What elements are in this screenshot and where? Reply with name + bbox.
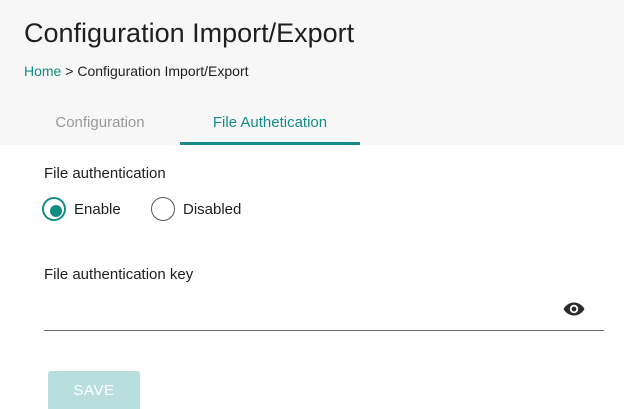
active-tab-indicator — [180, 142, 360, 145]
disabled-radio-label: Disabled — [183, 201, 242, 218]
breadcrumb: Home > Configuration Import/Export — [24, 63, 249, 79]
tab-file-authentication[interactable]: File Authetication — [180, 105, 360, 145]
enable-radio[interactable]: Enable — [42, 197, 142, 225]
enable-radio-label: Enable — [74, 201, 121, 218]
file-authentication-label: File authentication — [44, 165, 166, 182]
page-header: Configuration Import/Export Home > Confi… — [0, 0, 624, 145]
tab-configuration[interactable]: Configuration — [30, 105, 170, 145]
page-title: Configuration Import/Export — [24, 18, 355, 48]
breadcrumb-current: Configuration Import/Export — [77, 63, 249, 79]
tab-configuration-label: Configuration — [55, 114, 145, 131]
radio-checked-icon — [42, 197, 66, 221]
breadcrumb-home-link[interactable]: Home — [24, 63, 61, 79]
save-button[interactable]: SAVE — [48, 371, 140, 409]
file-authentication-key-label: File authentication key — [44, 266, 194, 283]
breadcrumb-separator: > — [61, 63, 78, 79]
radio-unchecked-icon — [151, 197, 175, 221]
tab-file-authentication-label: File Authetication — [212, 114, 328, 131]
disabled-radio[interactable]: Disabled — [151, 197, 271, 225]
radio-dot-icon — [50, 205, 62, 217]
file-authentication-key-input[interactable] — [44, 296, 548, 328]
eye-icon[interactable] — [562, 297, 586, 321]
file-authentication-key-field — [44, 292, 604, 331]
